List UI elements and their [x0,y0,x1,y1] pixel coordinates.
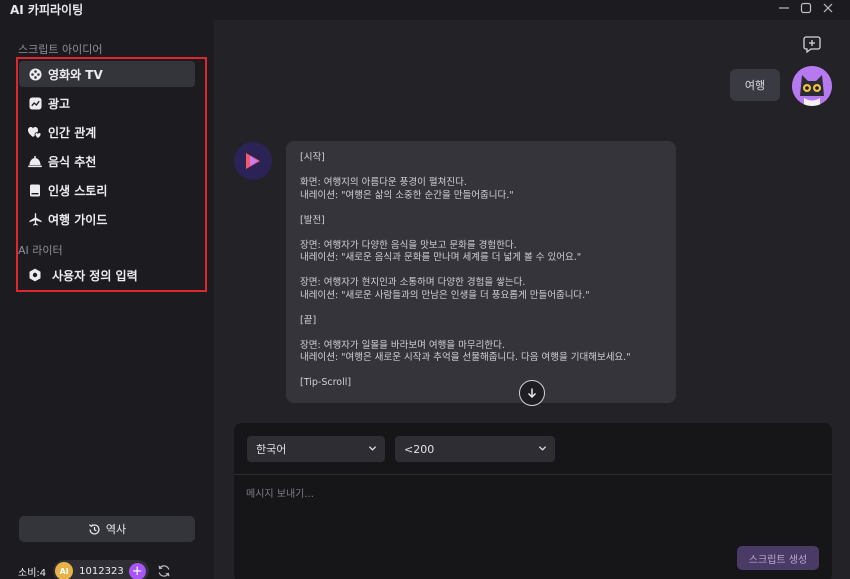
cat-avatar-icon [792,66,832,106]
scroll-down-button[interactable] [519,380,545,406]
chat-area: 여행 [시작] 화면: 여행지의 아름다운 풍경이 펼쳐진다. 내레이션: "여행은… [214,20,850,579]
length-select[interactable]: <200 [395,436,555,462]
message-line: [Tip-Scroll] [300,377,352,388]
play-logo-icon [246,153,260,169]
sidebar-item-custom-input[interactable]: 사용자 정의 입력 [19,262,195,288]
sidebar-item-label: 여행 가이드 [48,212,108,227]
message-line-gap [300,327,662,340]
refresh-icon[interactable] [157,564,171,578]
history-button[interactable]: 역사 [19,516,195,542]
section-label-script-ideas: 스크립트 아이디어 [18,43,103,56]
maximize-icon [800,2,812,14]
sidebar-item-food[interactable]: 음식 추천 [19,148,195,174]
message-line: [발전] [300,214,325,226]
airplane-icon [28,212,42,226]
history-label: 역사 [105,523,127,536]
sidebar-item-label: 광고 [48,96,71,111]
close-button[interactable] [818,0,838,16]
length-value: <200 [404,442,435,456]
new-chat-icon [803,36,821,54]
bot-avatar [234,142,272,180]
book-icon [28,183,42,197]
message-line-gap [300,202,662,215]
message-line: 장면: 여행자가 다양한 음식을 맛보고 문화를 경험한다. [300,239,517,251]
message-line-gap [300,302,662,315]
sidebar-item-label: 인간 관계 [48,125,97,140]
section-label-ai-writer: AI 라이터 [18,244,63,257]
message-line-gap [300,165,662,178]
food-cloche-icon [28,154,42,168]
sidebar-item-advertising[interactable]: 광고 [19,90,195,116]
message-line: [끝] [300,314,317,326]
message-line-gap [300,227,662,240]
message-line-gap [300,365,662,378]
message-input[interactable] [246,485,816,545]
message-line: 화면: 여행지의 아름다운 풍경이 펼쳐진다. [300,177,467,188]
arrow-down-icon [527,388,537,399]
new-chat-button[interactable] [802,34,822,58]
credits-bar: 소비:4 AI 1012323 + [18,560,171,579]
chart-icon [28,96,42,110]
app-title: AI 카피라이팅 [10,3,84,17]
ai-coin-icon: AI [55,562,74,579]
gear-icon [28,268,42,282]
generate-script-button[interactable]: 스크립트 생성 [737,546,819,570]
close-icon [823,3,833,13]
sidebar-item-relationships[interactable]: 인간 관계 [19,119,195,145]
title-bar: AI 카피라이팅 [0,0,850,20]
message-composer: 한국어 <200 스크립트 생성 [234,423,832,579]
hearts-icon [28,125,42,139]
usage-label: 소비:4 [18,567,47,579]
sidebar-item-label: 영화와 TV [48,67,103,82]
credit-number: 1012323 [79,565,124,577]
sidebar-item-label: 인생 스토리 [48,183,108,198]
film-reel-icon [28,67,42,81]
minimize-button[interactable] [774,0,794,16]
message-line: 내레이션: "여행은 삶의 소중한 순간을 만들어줍니다." [300,189,514,201]
credit-balance: AI 1012323 + [53,560,149,579]
maximize-button[interactable] [796,0,816,16]
sidebar-item-life-story[interactable]: 인생 스토리 [19,177,195,203]
message-line: 내레이션: "여행은 새로운 시작과 추억을 선물해줍니다. 다음 여행을 기대… [300,352,631,363]
message-line: 장면: 여행자가 현지인과 소통하며 다양한 경험을 쌓는다. [300,277,526,288]
sidebar-item-label: 음식 추천 [48,154,97,169]
history-icon [88,523,101,536]
message-line: 장면: 여행자가 일몰을 바라보며 여행을 마무리한다. [300,339,505,351]
chevron-down-icon [538,444,547,453]
bot-message: [시작] 화면: 여행지의 아름다운 풍경이 펼쳐진다. 내레이션: "여행은 삶의… [286,141,676,403]
minimize-icon [779,7,789,9]
chevron-down-icon [368,444,377,453]
message-line: 내레이션: "새로운 사람들과의 만남은 인생을 더 풍요롭게 만들어줍니다." [300,289,590,301]
sidebar-item-movie-tv[interactable]: 영화와 TV [19,61,195,87]
sidebar: 스크립트 아이디어 영화와 TV 광고 인간 관계 음식 추천 인생 스토리 여… [0,20,214,579]
sidebar-item-travel-guide[interactable]: 여행 가이드 [19,206,195,232]
language-select[interactable]: 한국어 [247,436,385,462]
composer-divider [234,474,832,475]
user-message: 여행 [730,69,780,101]
message-line-gap [300,265,662,278]
user-avatar [792,66,832,106]
message-line: 내레이션: "새로운 음식과 문화를 만나며 세계를 더 넓게 볼 수 있어요.… [300,252,582,263]
language-value: 한국어 [256,443,287,456]
add-credits-button[interactable]: + [128,562,146,579]
message-line: [시작] [300,152,325,163]
sidebar-item-label: 사용자 정의 입력 [52,268,138,283]
